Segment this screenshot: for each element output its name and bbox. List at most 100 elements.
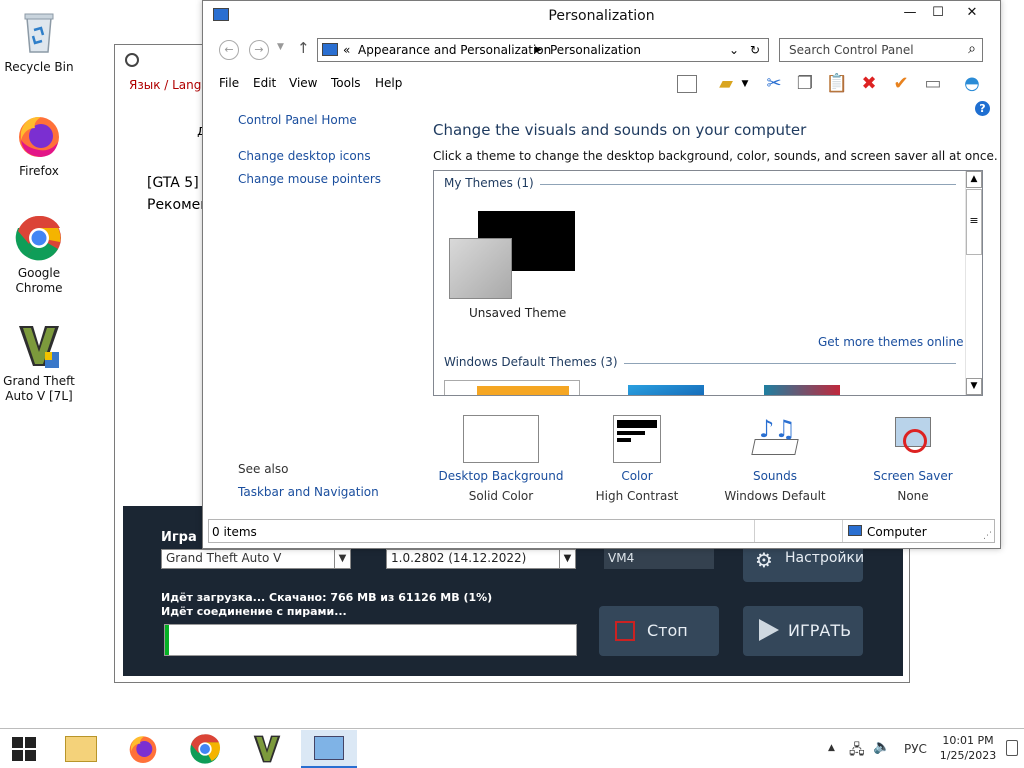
copy-icon[interactable]: ❐ bbox=[793, 71, 817, 97]
version-select[interactable]: 1.0.2802 (14.12.2022) ▼ bbox=[386, 549, 576, 569]
sounds-item[interactable]: ♪♫ Sounds Windows Default bbox=[715, 415, 835, 503]
screen-saver-label: Screen Saver bbox=[873, 469, 953, 483]
folder-options-icon[interactable]: ▰ bbox=[714, 71, 738, 97]
scroll-thumb[interactable]: ≡ bbox=[966, 189, 982, 255]
resize-grip-icon[interactable]: ⋰ bbox=[983, 531, 992, 541]
sounds-value: Windows Default bbox=[724, 489, 826, 503]
scroll-up-arrow-icon[interactable]: ▲ bbox=[966, 171, 982, 188]
color-item[interactable]: Color High Contrast bbox=[589, 415, 685, 503]
file-explorer-icon bbox=[65, 736, 97, 762]
sounds-label: Sounds bbox=[752, 469, 798, 483]
stop-icon bbox=[615, 621, 635, 641]
chevron-down-icon: ▼ bbox=[559, 550, 575, 568]
taskbar-chrome[interactable] bbox=[177, 730, 233, 768]
desktop-icon-label: Firefox bbox=[19, 164, 59, 178]
taskbar-gta-v[interactable] bbox=[239, 730, 295, 768]
peer-status: Идёт соединение с пирами... bbox=[161, 605, 347, 618]
sidebar-control-panel-home[interactable]: Control Panel Home bbox=[238, 113, 357, 127]
theme-thumb-1[interactable] bbox=[444, 380, 580, 395]
my-themes-header[interactable]: My Themes (1) bbox=[444, 176, 540, 190]
start-icon bbox=[12, 737, 36, 761]
unsaved-theme-tile[interactable]: Unsaved Theme bbox=[448, 209, 578, 321]
status-location: Computer bbox=[867, 525, 927, 539]
desktop-icon-label: Grand Theft Auto V [7L] bbox=[3, 374, 75, 403]
desktop-icon-gta-v[interactable]: Grand Theft Auto V [7L] bbox=[2, 322, 76, 404]
recent-pages-chevron-icon[interactable]: ▼ bbox=[277, 42, 284, 52]
game-select[interactable]: Grand Theft Auto V ▼ bbox=[161, 549, 351, 569]
delete-icon[interactable]: ✖ bbox=[857, 71, 881, 97]
notifications-icon[interactable] bbox=[1006, 740, 1018, 756]
sidebar-change-desktop-icons[interactable]: Change desktop icons bbox=[238, 149, 371, 163]
taskbar-firefox[interactable] bbox=[115, 730, 171, 768]
stop-button[interactable]: Стоп bbox=[599, 606, 719, 656]
refresh-icon[interactable]: ↻ bbox=[750, 43, 760, 57]
close-button[interactable]: ✕ bbox=[957, 1, 987, 27]
sidebar-taskbar-and-navigation[interactable]: Taskbar and Navigation bbox=[238, 485, 379, 499]
breadcrumb-item-personalization[interactable]: Personalization bbox=[550, 43, 641, 57]
menu-help[interactable]: Help bbox=[375, 76, 402, 90]
breadcrumb-prefix[interactable]: « bbox=[343, 43, 350, 57]
layout-icon[interactable] bbox=[675, 71, 699, 97]
status-item-count: 0 items bbox=[212, 525, 257, 539]
desktop-icon-chrome[interactable]: Google Chrome bbox=[2, 214, 76, 296]
sounds-icon: ♪♫ bbox=[751, 415, 799, 463]
language-label[interactable]: Язык / Langu bbox=[129, 78, 209, 92]
gta-v-icon bbox=[15, 322, 63, 370]
get-more-themes-link[interactable]: Get more themes online bbox=[818, 335, 964, 349]
theme-preview-window bbox=[449, 238, 512, 299]
menu-file[interactable]: File bbox=[219, 76, 239, 90]
theme-thumb-2[interactable] bbox=[628, 385, 704, 395]
search-box[interactable]: Search Control Panel ⌕ bbox=[779, 38, 983, 62]
chevron-down-icon[interactable]: ▼ bbox=[739, 71, 751, 97]
vm-field[interactable]: VM4 bbox=[604, 549, 714, 569]
scroll-down-arrow-icon[interactable]: ▼ bbox=[966, 378, 982, 395]
menu-tools[interactable]: Tools bbox=[331, 76, 361, 90]
screen-saver-item[interactable]: Screen Saver None bbox=[863, 415, 963, 503]
forward-arrow-icon[interactable]: → bbox=[249, 40, 269, 60]
personalization-window[interactable]: Personalization — ☐ ✕ ← → ▼ ↑ « Appearan… bbox=[202, 0, 1001, 549]
theme-thumb-3[interactable] bbox=[764, 385, 840, 395]
up-arrow-icon[interactable]: ↑ bbox=[297, 39, 310, 57]
volume-icon[interactable]: 🔈 bbox=[873, 739, 890, 755]
menu-view[interactable]: View bbox=[289, 76, 317, 90]
play-button-label: ИГРАТЬ bbox=[788, 621, 852, 640]
page-subheading: Click a theme to change the desktop back… bbox=[433, 149, 998, 163]
chevron-right-icon[interactable]: ▶ bbox=[535, 45, 542, 55]
clock-time: 10:01 PM bbox=[942, 734, 994, 747]
show-hidden-icons-chevron-icon[interactable]: ▲ bbox=[828, 743, 835, 753]
desktop-icon-recycle-bin[interactable]: Recycle Bin bbox=[2, 8, 76, 75]
back-arrow-icon[interactable]: ← bbox=[219, 40, 239, 60]
checkmark-icon[interactable]: ✔ bbox=[889, 71, 913, 97]
taskbar-control-panel[interactable] bbox=[301, 730, 357, 768]
taskbar-clock[interactable]: 10:01 PM 1/25/2023 bbox=[936, 733, 1000, 763]
launcher-app-icon bbox=[125, 53, 139, 67]
play-button[interactable]: ИГРАТЬ bbox=[743, 606, 863, 656]
menu-edit[interactable]: Edit bbox=[253, 76, 276, 90]
sidebar-change-mouse-pointers[interactable]: Change mouse pointers bbox=[238, 172, 381, 186]
taskbar-file-explorer[interactable] bbox=[53, 730, 109, 768]
gta-v-icon bbox=[253, 735, 281, 763]
input-language-indicator[interactable]: РУС bbox=[904, 742, 927, 756]
themes-list: My Themes (1) Unsaved Theme Get more the… bbox=[433, 170, 983, 396]
default-themes-header[interactable]: Windows Default Themes (3) bbox=[444, 355, 624, 369]
address-bar[interactable]: « Appearance and Personalization ▶ Perso… bbox=[317, 38, 769, 62]
properties-icon[interactable]: ▭ bbox=[921, 71, 945, 97]
search-input[interactable]: Search Control Panel bbox=[789, 43, 914, 57]
chevron-down-icon[interactable]: ⌄ bbox=[729, 43, 739, 57]
network-icon[interactable]: 🖧 bbox=[849, 739, 865, 763]
desktop-background-item[interactable]: Desktop Background Solid Color bbox=[437, 415, 565, 503]
start-button[interactable] bbox=[0, 730, 48, 768]
status-divider bbox=[754, 520, 755, 542]
themes-scrollbar[interactable]: ▲ ≡ ▼ bbox=[965, 171, 982, 395]
paste-icon[interactable]: 📋 bbox=[825, 71, 849, 97]
breadcrumb-item-appearance[interactable]: Appearance and Personalization bbox=[358, 43, 551, 57]
title-bar[interactable]: Personalization — ☐ ✕ bbox=[203, 1, 1000, 33]
shell-icon[interactable]: ◓ bbox=[960, 71, 984, 97]
help-icon[interactable]: ? bbox=[975, 101, 990, 116]
cut-icon[interactable]: ✂ bbox=[762, 71, 786, 97]
maximize-button[interactable]: ☐ bbox=[923, 1, 953, 27]
search-icon[interactable]: ⌕ bbox=[968, 41, 976, 57]
color-value: High Contrast bbox=[595, 489, 679, 503]
desktop-icon-firefox[interactable]: Firefox bbox=[2, 112, 76, 179]
minimize-button[interactable]: — bbox=[895, 1, 925, 27]
